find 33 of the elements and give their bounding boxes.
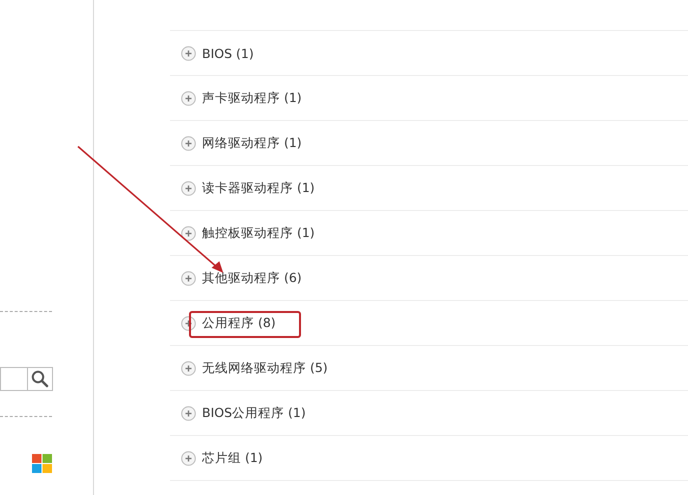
expand-icon[interactable] — [181, 136, 196, 150]
search-field[interactable] — [0, 367, 27, 391]
category-row[interactable]: 声卡驱动程序 (1) — [170, 76, 688, 121]
category-label[interactable]: 芯片组 (1) — [202, 450, 263, 466]
expand-icon[interactable] — [181, 406, 196, 420]
category-row[interactable]: 网络驱动程序 (1) — [170, 121, 688, 166]
expand-icon[interactable] — [181, 46, 196, 60]
expand-icon[interactable] — [181, 360, 196, 376]
windows-logo-icon — [32, 454, 52, 473]
category-row[interactable]: 读卡器驱动程序 (1) — [170, 166, 688, 211]
expand-icon[interactable] — [181, 450, 196, 466]
category-row[interactable]: 无线网络驱动程序 (5) — [170, 346, 688, 391]
category-label[interactable]: 触控板驱动程序 (1) — [202, 224, 315, 242]
category-label[interactable]: 网络驱动程序 (1) — [202, 134, 302, 152]
expand-icon[interactable] — [181, 270, 196, 286]
category-label[interactable]: 其他驱动程序 (6) — [202, 270, 302, 286]
search-icon — [31, 370, 49, 388]
search-button[interactable] — [27, 367, 53, 391]
category-label[interactable]: 无线网络驱动程序 (5) — [202, 360, 328, 376]
category-label[interactable]: BIOS公用程序 (1) — [202, 404, 306, 422]
category-label[interactable]: 声卡驱动程序 (1) — [202, 90, 302, 106]
category-row[interactable]: 触控板驱动程序 (1) — [170, 211, 688, 256]
category-label[interactable]: 读卡器驱动程序 (1) — [202, 180, 315, 196]
expand-icon[interactable] — [181, 90, 196, 106]
expand-icon[interactable] — [181, 180, 196, 196]
expand-icon[interactable] — [181, 226, 196, 240]
category-row[interactable]: BIOS公用程序 (1) — [170, 391, 688, 436]
category-row[interactable]: 芯片组 (1) — [170, 436, 688, 481]
category-label[interactable]: 公用程序 (8) — [202, 314, 276, 332]
category-label[interactable]: BIOS (1) — [202, 46, 254, 60]
category-row[interactable]: BIOS (1) — [170, 31, 688, 76]
category-row[interactable]: 其他驱动程序 (6) — [170, 256, 688, 301]
category-row[interactable]: 公用程序 (8) — [170, 301, 688, 346]
